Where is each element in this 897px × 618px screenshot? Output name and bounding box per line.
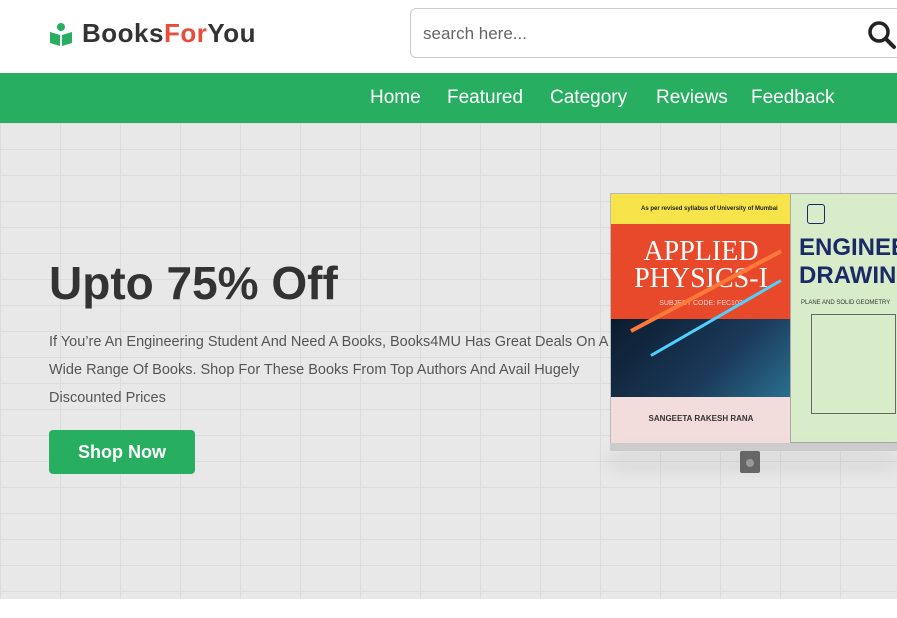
search-box bbox=[410, 8, 897, 58]
logo[interactable]: BooksForYou bbox=[48, 18, 256, 49]
book-title: APPLIED PHYSICS-I bbox=[611, 238, 791, 293]
book-engineering-drawing[interactable]: ENGINEEDRAWING PLANE AND SOLID GEOMETRY bbox=[790, 193, 897, 443]
book-title: ENGINEEDRAWING bbox=[799, 234, 897, 290]
book-tagline: As per revised syllabus of University of… bbox=[641, 206, 778, 212]
book-applied-physics[interactable]: As per revised syllabus of University of… bbox=[610, 193, 791, 444]
book-title-line2: DRAWING bbox=[799, 262, 897, 289]
shelf-board bbox=[610, 443, 897, 451]
nav-feedback[interactable]: Feedback bbox=[751, 87, 834, 109]
hero-banner: Upto 75% Off If You’re An Engineering St… bbox=[0, 123, 897, 599]
nav-reviews[interactable]: Reviews bbox=[656, 87, 728, 109]
book-reader-icon bbox=[50, 22, 72, 46]
nav-featured[interactable]: Featured bbox=[447, 87, 523, 109]
book-author: SANGEETA RAKESH RANA bbox=[648, 414, 754, 423]
search-icon[interactable] bbox=[867, 20, 897, 50]
nav-category[interactable]: Category bbox=[550, 87, 627, 109]
bracket-hole bbox=[746, 459, 754, 467]
drawing-illustration bbox=[811, 314, 896, 414]
hero-title: Upto 75% Off bbox=[49, 257, 338, 309]
book-shelf: As per revised syllabus of University of… bbox=[610, 193, 897, 483]
book-title-line1: ENGINEE bbox=[799, 234, 897, 261]
shop-now-button[interactable]: Shop Now bbox=[49, 430, 195, 474]
hero-description: If You’re An Engineering Student And Nee… bbox=[49, 334, 608, 406]
search-input[interactable] bbox=[423, 22, 853, 46]
logo-you: You bbox=[207, 18, 257, 48]
logo-text: BooksForYou bbox=[82, 18, 256, 49]
shelf-bracket bbox=[740, 451, 760, 473]
nav-home[interactable]: Home bbox=[370, 87, 421, 109]
publisher-logo-icon bbox=[807, 204, 825, 224]
header: BooksForYou bbox=[0, 0, 897, 73]
book-cover-image bbox=[611, 319, 791, 397]
logo-books: Books bbox=[82, 18, 164, 48]
book-subtitle: PLANE AND SOLID GEOMETRY bbox=[801, 300, 891, 306]
navbar: Home Featured Category Reviews Feedback bbox=[0, 73, 897, 123]
logo-for: For bbox=[163, 18, 208, 48]
book-code: SUBJECT CODE: FEC102 bbox=[659, 300, 743, 307]
